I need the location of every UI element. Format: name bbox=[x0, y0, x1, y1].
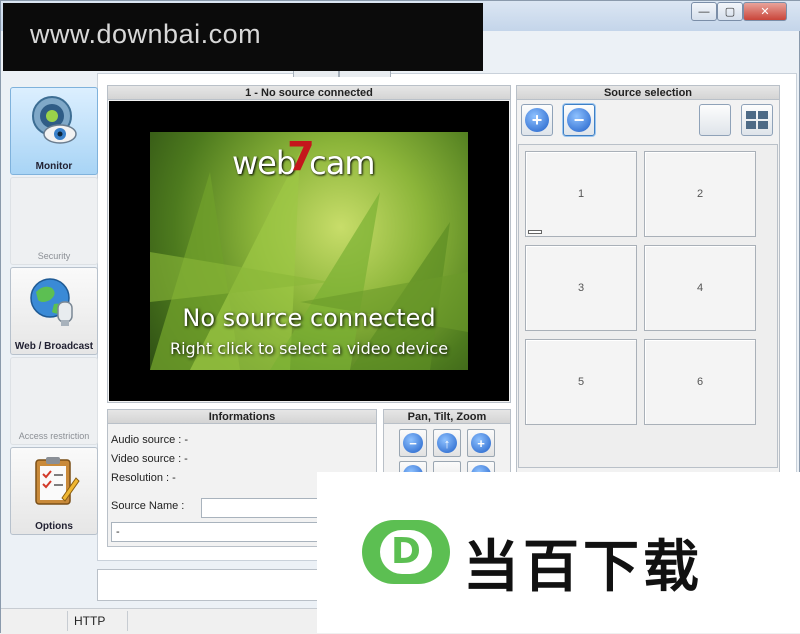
no-source-splash[interactable]: web cam 7 No source connected Right click… bbox=[150, 132, 468, 370]
sidebar-item-security[interactable]: Security bbox=[10, 177, 98, 265]
source-slot-5[interactable]: 5 bbox=[525, 339, 637, 425]
resolution-label: Resolution : - bbox=[111, 472, 176, 484]
zoom-out-button[interactable]: − bbox=[399, 429, 427, 457]
logo-number: 7 bbox=[287, 134, 315, 180]
slot-label: 4 bbox=[696, 282, 704, 294]
slot-indicator bbox=[528, 230, 542, 234]
logo-text: web bbox=[232, 144, 296, 182]
slot-label: 2 bbox=[696, 188, 704, 200]
sidebar-item-label: Options bbox=[35, 521, 73, 532]
banner-text: 当百下载 bbox=[463, 535, 703, 600]
slot-label: 5 bbox=[577, 376, 585, 388]
zoom-out-icon: − bbox=[403, 433, 423, 453]
add-source-button[interactable]: + bbox=[521, 104, 553, 136]
slot-label: 1 bbox=[577, 188, 585, 200]
maximize-button[interactable]: ▢ bbox=[717, 2, 743, 21]
site-logo-banner: D 当百下载 bbox=[317, 472, 800, 633]
sidebar: Monitor Security Web / Broadcast Access … bbox=[10, 87, 98, 535]
audio-source-label: Audio source : - bbox=[111, 434, 189, 446]
plus-icon: + bbox=[525, 108, 549, 132]
video-panel-title: 1 - No source connected bbox=[108, 86, 510, 100]
slot-label: 3 bbox=[577, 282, 585, 294]
status-cell-empty bbox=[127, 611, 327, 631]
no-source-heading: No source connected bbox=[182, 304, 436, 332]
no-source-hint: Right click to select a video device bbox=[169, 339, 449, 358]
single-view-button[interactable] bbox=[699, 104, 731, 136]
protocol-status: HTTP bbox=[67, 611, 127, 631]
source-slot-4[interactable]: 4 bbox=[644, 245, 756, 331]
source-selection-title: Source selection bbox=[517, 86, 779, 100]
source-slot-2[interactable]: 2 bbox=[644, 151, 756, 237]
close-button[interactable]: ✕ bbox=[743, 2, 787, 21]
zoom-in-button[interactable]: + bbox=[467, 429, 495, 457]
remove-source-button[interactable]: − bbox=[563, 104, 595, 136]
clipboard-checklist-icon bbox=[35, 457, 80, 505]
source-slot-6[interactable]: 6 bbox=[644, 339, 756, 425]
grid-view-button[interactable] bbox=[741, 104, 773, 136]
sidebar-item-access-restriction[interactable]: Access restriction bbox=[10, 357, 98, 445]
sidebar-item-label: Monitor bbox=[35, 161, 73, 172]
minimize-icon: — bbox=[698, 5, 710, 18]
webcam-eye-icon bbox=[32, 96, 77, 144]
sidebar-item-label: Access restriction bbox=[18, 431, 90, 441]
sidebar-item-web-broadcast[interactable]: Web / Broadcast bbox=[10, 267, 98, 355]
logo-suffix: cam bbox=[309, 144, 375, 182]
source-name-label: Source Name : bbox=[111, 500, 185, 512]
sidebar-item-monitor[interactable]: Monitor bbox=[10, 87, 98, 175]
source-slot-3[interactable]: 3 bbox=[525, 245, 637, 331]
tilt-up-button[interactable]: ↑ bbox=[433, 429, 461, 457]
informations-title: Informations bbox=[108, 410, 376, 424]
log-output-field[interactable] bbox=[97, 569, 327, 601]
slot-label: 6 bbox=[696, 376, 704, 388]
arrow-up-icon: ↑ bbox=[437, 433, 457, 453]
watermark-banner: www.downbai.com bbox=[3, 3, 483, 71]
watermark-text: www.downbai.com bbox=[30, 19, 262, 49]
description-value: - bbox=[116, 526, 120, 538]
sidebar-item-label: Web / Broadcast bbox=[14, 341, 94, 352]
close-icon: ✕ bbox=[760, 6, 770, 18]
zoom-in-icon: + bbox=[471, 433, 491, 453]
globe-icon bbox=[30, 278, 73, 326]
video-source-label: Video source : - bbox=[111, 453, 188, 465]
sidebar-item-label: Security bbox=[37, 251, 71, 261]
ptz-title: Pan, Tilt, Zoom bbox=[384, 410, 510, 424]
sidebar-item-options[interactable]: Options bbox=[10, 447, 98, 535]
minus-icon: − bbox=[567, 108, 591, 132]
grid-layout-icon bbox=[746, 111, 768, 129]
minimize-button[interactable]: — bbox=[691, 2, 717, 21]
source-grid: 1 2 3 4 5 6 bbox=[518, 144, 778, 468]
source-slot-1[interactable]: 1 bbox=[525, 151, 637, 237]
d-logo-icon: D bbox=[362, 520, 450, 584]
logo-letter: D bbox=[380, 530, 432, 574]
maximize-icon: ▢ bbox=[724, 6, 736, 18]
